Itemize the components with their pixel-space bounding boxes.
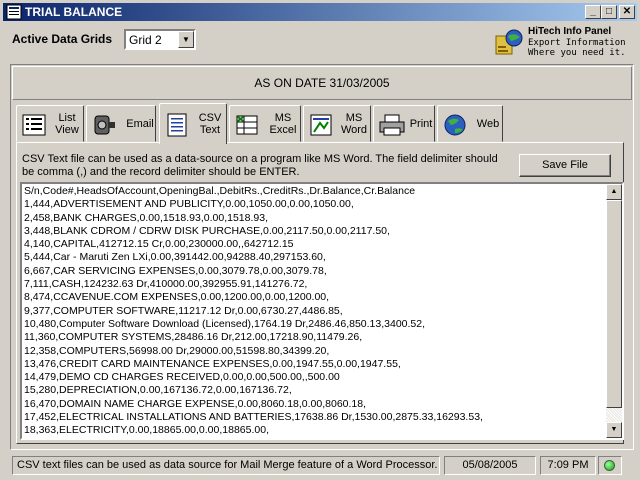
csv-line: 17,452,ELECTRICAL INSTALLATIONS AND BATT… <box>24 411 483 424</box>
vertical-scrollbar[interactable]: ▲ ▼ <box>606 184 622 438</box>
csv-line: 4,140,CAPITAL,412712.15 Cr,0.00,230000.0… <box>24 238 294 251</box>
csv-text-icon <box>167 113 187 137</box>
save-file-button[interactable]: Save File <box>519 154 611 177</box>
web-globe-icon <box>444 114 466 136</box>
tab-word-label-2: Word <box>340 124 368 136</box>
close-button[interactable]: ✕ <box>619 5 635 19</box>
active-grid-select[interactable]: Grid 2 ▼ <box>124 29 196 50</box>
csv-line: 15,280,DEPRECIATION,0.00,167136.72,0.00,… <box>24 384 292 397</box>
csv-description: CSV Text file can be used as a data-sour… <box>22 153 498 178</box>
hitech-info-panel: HiTech Info Panel Export Information Whe… <box>494 24 634 60</box>
active-data-grids-label: Active Data Grids <box>12 32 113 46</box>
scroll-up-button[interactable]: ▲ <box>606 184 622 200</box>
tab-email-label: Email <box>126 118 154 130</box>
csv-line: 9,377,COMPUTER SOFTWARE,11217.12 Dr,0.00… <box>24 304 343 317</box>
tab-csv-text[interactable]: CSV Text <box>159 103 227 144</box>
title-bar[interactable]: TRIAL BALANCE _ □ ✕ <box>3 3 637 21</box>
csv-line: 13,476,CREDIT CARD MAINTENANCE EXPENSES,… <box>24 357 401 370</box>
tab-word-label-1: MS <box>345 112 363 124</box>
csv-line: 1,444,ADVERTISEMENT AND PUBLICITY,0.00,1… <box>24 198 354 211</box>
minimize-button[interactable]: _ <box>585 5 601 19</box>
status-time: 7:09 PM <box>540 456 596 475</box>
csv-line: 5,444,Car - Maruti Zen LXi,0.00,391442.0… <box>24 251 326 264</box>
word-icon <box>310 114 332 136</box>
tab-csv-label-2: Text <box>199 124 221 136</box>
tab-excel-label-1: MS <box>274 112 292 124</box>
status-led-icon <box>604 460 615 471</box>
tab-ms-word[interactable]: MS Word <box>303 105 371 142</box>
csv-line: 7,111,CASH,124232.63 Dr,410000.00,392955… <box>24 278 308 291</box>
csv-line: 12,358,COMPUTERS,56998.00 Dr,29000.00,51… <box>24 344 330 357</box>
maximize-button[interactable]: □ <box>601 5 617 19</box>
excel-icon <box>236 115 258 135</box>
tab-ms-excel[interactable]: MS Excel <box>229 105 301 142</box>
status-date: 05/08/2005 <box>444 456 536 475</box>
csv-lines: S/n,Code#,HeadsOfAccount,OpeningBal.,Deb… <box>24 185 608 438</box>
tab-csv-label-1: CSV <box>198 112 222 124</box>
tab-print[interactable]: Print <box>373 105 435 142</box>
chevron-down-icon[interactable]: ▼ <box>178 31 194 48</box>
tab-list-view-label-2: View <box>55 124 79 136</box>
tab-list-view-label-1: List <box>58 112 76 124</box>
csv-line: 18,363,ELECTRICITY,0.00,18865.00,0.00,18… <box>24 424 269 437</box>
as-on-date-banner: AS ON DATE 31/03/2005 <box>12 66 632 100</box>
window-title: TRIAL BALANCE <box>25 5 123 19</box>
tab-print-label: Print <box>409 118 433 130</box>
csv-line: 3,448,BLANK CDROM / CDRW DISK PURCHASE,0… <box>24 224 390 237</box>
hitech-title: HiTech Info Panel <box>528 26 612 37</box>
csv-line: 10,480,Computer Software Download (Licen… <box>24 317 426 330</box>
csv-line: 6,667,CAR SERVICING EXPENSES,0.00,3079.7… <box>24 264 327 277</box>
csv-line: 2,458,BANK CHARGES,0.00,1518.93,0.00,151… <box>24 211 268 224</box>
printer-icon <box>379 114 405 136</box>
tab-list-view[interactable]: List View <box>16 105 84 142</box>
tab-email[interactable]: Email <box>86 105 156 142</box>
list-view-icon <box>22 114 46 136</box>
csv-line: 8,474,CCAVENUE.COM EXPENSES,0.00,1200.00… <box>24 291 330 304</box>
tab-web-label: Web <box>476 118 500 130</box>
scroll-down-button[interactable]: ▼ <box>606 422 622 438</box>
hitech-subtitle-1: Export Information <box>528 38 626 48</box>
active-grid-value: Grid 2 <box>129 33 162 47</box>
hitech-logo-icon <box>495 29 523 55</box>
status-message: CSV text files can be used as data sourc… <box>12 456 440 475</box>
hitech-subtitle-2: Where you need it. <box>528 48 626 58</box>
csv-text-area[interactable]: S/n,Code#,HeadsOfAccount,OpeningBal.,Deb… <box>20 182 624 440</box>
tab-web[interactable]: Web <box>437 105 503 142</box>
csv-line: 14,479,DEMO CD CHARGES RECEIVED,0.00,0.0… <box>24 371 340 384</box>
csv-line: 11,360,COMPUTER SYSTEMS,28486.16 Dr,212.… <box>24 331 363 344</box>
csv-line: 16,470,DOMAIN NAME CHARGE EXPENSE,0.00,8… <box>24 397 367 410</box>
email-icon <box>94 115 115 135</box>
trial-balance-window: TRIAL BALANCE _ □ ✕ Active Data Grids Gr… <box>0 0 640 480</box>
tab-excel-label-2: Excel <box>269 124 297 136</box>
csv-line: S/n,Code#,HeadsOfAccount,OpeningBal.,Deb… <box>24 185 416 197</box>
scroll-thumb[interactable] <box>606 200 622 408</box>
app-icon[interactable] <box>6 4 22 20</box>
